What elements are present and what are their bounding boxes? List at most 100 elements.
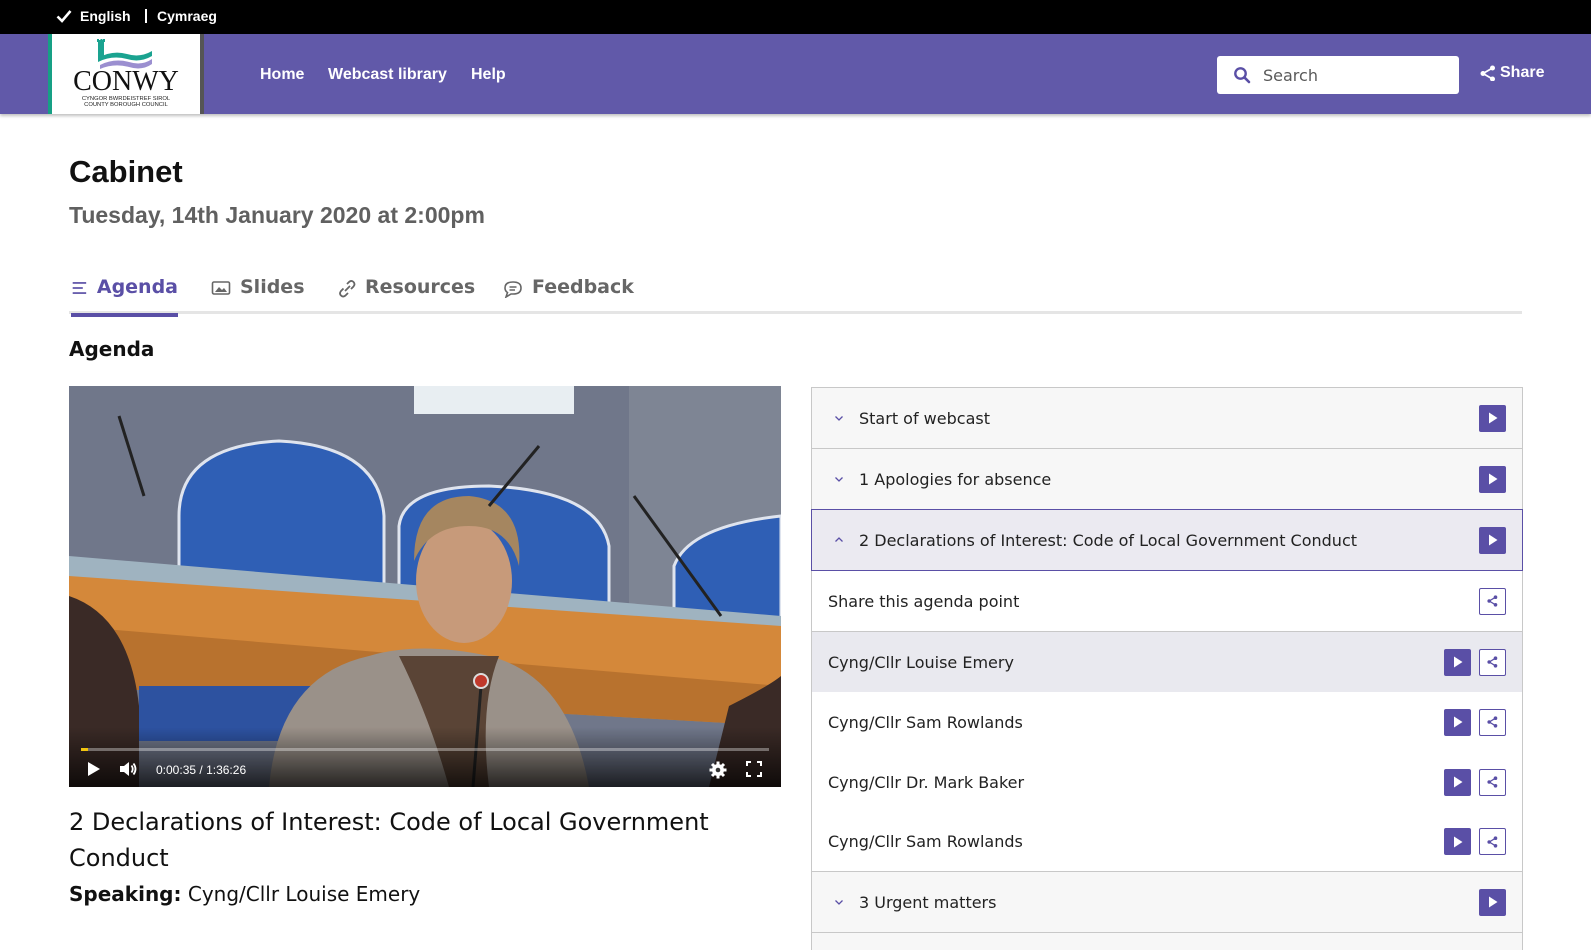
- share-agenda-point-row: Share this agenda point: [812, 571, 1522, 632]
- svg-text:COUNTY BOROUGH COUNCIL: COUNTY BOROUGH COUNCIL: [84, 102, 168, 108]
- play-icon: [1488, 534, 1497, 546]
- share-button[interactable]: Share: [1480, 64, 1544, 82]
- image-icon: [211, 281, 231, 295]
- seek-bar[interactable]: [81, 748, 769, 751]
- agenda-item[interactable]: Start of webcast: [812, 388, 1522, 449]
- speaking-name: Cyng/Cllr Louise Emery: [187, 882, 421, 906]
- current-time: 0:00:35: [156, 763, 197, 777]
- tab-slides-label: Slides: [240, 276, 305, 298]
- agenda-list: Start of webcast 1 Apologies for absence…: [811, 387, 1523, 950]
- play-speaker-button[interactable]: [1444, 768, 1471, 796]
- agenda-item-partial[interactable]: [812, 933, 1522, 950]
- fullscreen-icon[interactable]: [746, 761, 762, 777]
- play-icon: [1488, 473, 1497, 485]
- tab-feedback-label: Feedback: [532, 276, 634, 298]
- speaker-row[interactable]: Cyng/Cllr Louise Emery: [812, 632, 1522, 692]
- language-separator: [145, 9, 147, 23]
- play-speaker-button[interactable]: [1444, 708, 1471, 736]
- speaker-row[interactable]: Cyng/Cllr Sam Rowlands: [812, 692, 1522, 752]
- play-icon: [1453, 836, 1462, 847]
- link-icon: [339, 280, 356, 298]
- play-agenda-item-button[interactable]: [1479, 888, 1506, 916]
- video-player[interactable]: 0:00:35 / 1:36:26: [69, 386, 781, 787]
- speaker-name: Cyng/Cllr Dr. Mark Baker: [828, 772, 1025, 792]
- search-icon: [1234, 67, 1251, 84]
- play-agenda-item-button[interactable]: [1479, 404, 1506, 432]
- share-speaker-button[interactable]: [1479, 828, 1506, 855]
- agenda-item-expanded[interactable]: 2 Declarations of Interest: Code of Loca…: [811, 509, 1523, 571]
- agenda-item-label: Start of webcast: [859, 408, 990, 428]
- tab-agenda[interactable]: Agenda: [71, 276, 178, 317]
- share-icon: [1487, 835, 1498, 848]
- share-speaker-button[interactable]: [1479, 648, 1506, 676]
- agenda-item-label: 1 Apologies for absence: [859, 469, 1052, 489]
- share-speaker-button[interactable]: [1479, 708, 1506, 736]
- tab-bar: Agenda Slides Resources Feedback: [69, 276, 1522, 317]
- nav-webcast-library-link[interactable]: Webcast library: [328, 66, 447, 84]
- page-title: Cabinet: [69, 154, 183, 189]
- play-icon[interactable]: [87, 761, 101, 777]
- svg-text:CONWY: CONWY: [73, 66, 179, 97]
- duration: 1:36:26: [206, 763, 247, 777]
- chevron-down-icon: [835, 416, 843, 421]
- tab-agenda-label: Agenda: [96, 276, 178, 298]
- share-icon: [1487, 595, 1498, 607]
- play-icon: [1453, 656, 1462, 668]
- share-icon: [1487, 776, 1498, 788]
- play-icon: [1453, 776, 1462, 788]
- site-header: CONWY CYNGOR BWRDEISTREF SIROL COUNTY BO…: [0, 34, 1591, 114]
- language-english-link[interactable]: English: [56, 8, 131, 24]
- tab-resources[interactable]: Resources: [336, 276, 475, 314]
- search-input[interactable]: [1263, 65, 1453, 85]
- volume-icon[interactable]: [119, 761, 139, 777]
- nav-help-link[interactable]: Help: [471, 66, 506, 84]
- settings-gear-icon[interactable]: [709, 761, 727, 779]
- speaker-name: Cyng/Cllr Sam Rowlands: [828, 832, 1023, 851]
- agenda-item-label: 3 Urgent matters: [859, 892, 997, 912]
- speaker-row[interactable]: Cyng/Cllr Sam Rowlands: [812, 812, 1522, 872]
- conwy-logo[interactable]: CONWY CYNGOR BWRDEISTREF SIROL COUNTY BO…: [48, 34, 204, 114]
- checkmark-icon: [56, 10, 72, 23]
- tab-feedback[interactable]: Feedback: [503, 276, 634, 314]
- time-separator: /: [199, 763, 203, 777]
- language-english-label: English: [80, 8, 131, 24]
- agenda-item[interactable]: 1 Apologies for absence: [812, 449, 1522, 510]
- tab-resources-label: Resources: [365, 276, 476, 298]
- tab-slides[interactable]: Slides: [211, 276, 305, 314]
- play-icon: [1488, 896, 1497, 908]
- share-agenda-point-button[interactable]: [1479, 587, 1506, 615]
- language-welsh-link[interactable]: Cymraeg: [157, 8, 217, 24]
- list-icon: [72, 282, 87, 294]
- search-box: [1217, 56, 1459, 94]
- speaker-name: Cyng/Cllr Louise Emery: [828, 652, 1014, 672]
- chevron-down-icon: [835, 477, 843, 482]
- speaker-name: Cyng/Cllr Sam Rowlands: [828, 712, 1023, 732]
- video-time: 0:00:35 / 1:36:26: [156, 763, 246, 777]
- share-icon: [1480, 65, 1495, 81]
- speaking-line: Speaking: Cyng/Cllr Louise Emery: [69, 882, 420, 906]
- agenda-heading: Agenda: [69, 337, 155, 361]
- seek-bar-fill: [81, 748, 88, 751]
- conwy-logo-graphic: CONWY CYNGOR BWRDEISTREF SIROL COUNTY BO…: [73, 39, 179, 108]
- nav-home-link[interactable]: Home: [260, 66, 304, 84]
- chevron-down-icon: [835, 900, 843, 905]
- play-speaker-button[interactable]: [1444, 828, 1471, 855]
- share-agenda-point-label: Share this agenda point: [828, 591, 1020, 611]
- speaker-row[interactable]: Cyng/Cllr Dr. Mark Baker: [812, 752, 1522, 812]
- play-icon: [1453, 716, 1462, 728]
- meeting-date: Tuesday, 14th January 2020 at 2:00pm: [69, 202, 485, 228]
- share-speaker-button[interactable]: [1479, 768, 1506, 796]
- play-agenda-item-button[interactable]: [1479, 526, 1506, 554]
- agenda-item-label: 2 Declarations of Interest: Code of Loca…: [859, 530, 1358, 550]
- speech-bubble-icon: [504, 281, 522, 298]
- play-icon: [1488, 412, 1497, 424]
- share-icon: [1487, 656, 1498, 668]
- share-icon: [1487, 716, 1498, 728]
- play-agenda-item-button[interactable]: [1479, 465, 1506, 493]
- controls-gradient: [69, 727, 781, 787]
- current-agenda-item-title: 2 Declarations of Interest: Code of Loca…: [69, 808, 709, 872]
- play-speaker-button[interactable]: [1444, 648, 1471, 676]
- language-bar: English Cymraeg: [0, 0, 1591, 34]
- agenda-item[interactable]: 3 Urgent matters: [812, 872, 1522, 933]
- share-label: Share: [1500, 64, 1545, 81]
